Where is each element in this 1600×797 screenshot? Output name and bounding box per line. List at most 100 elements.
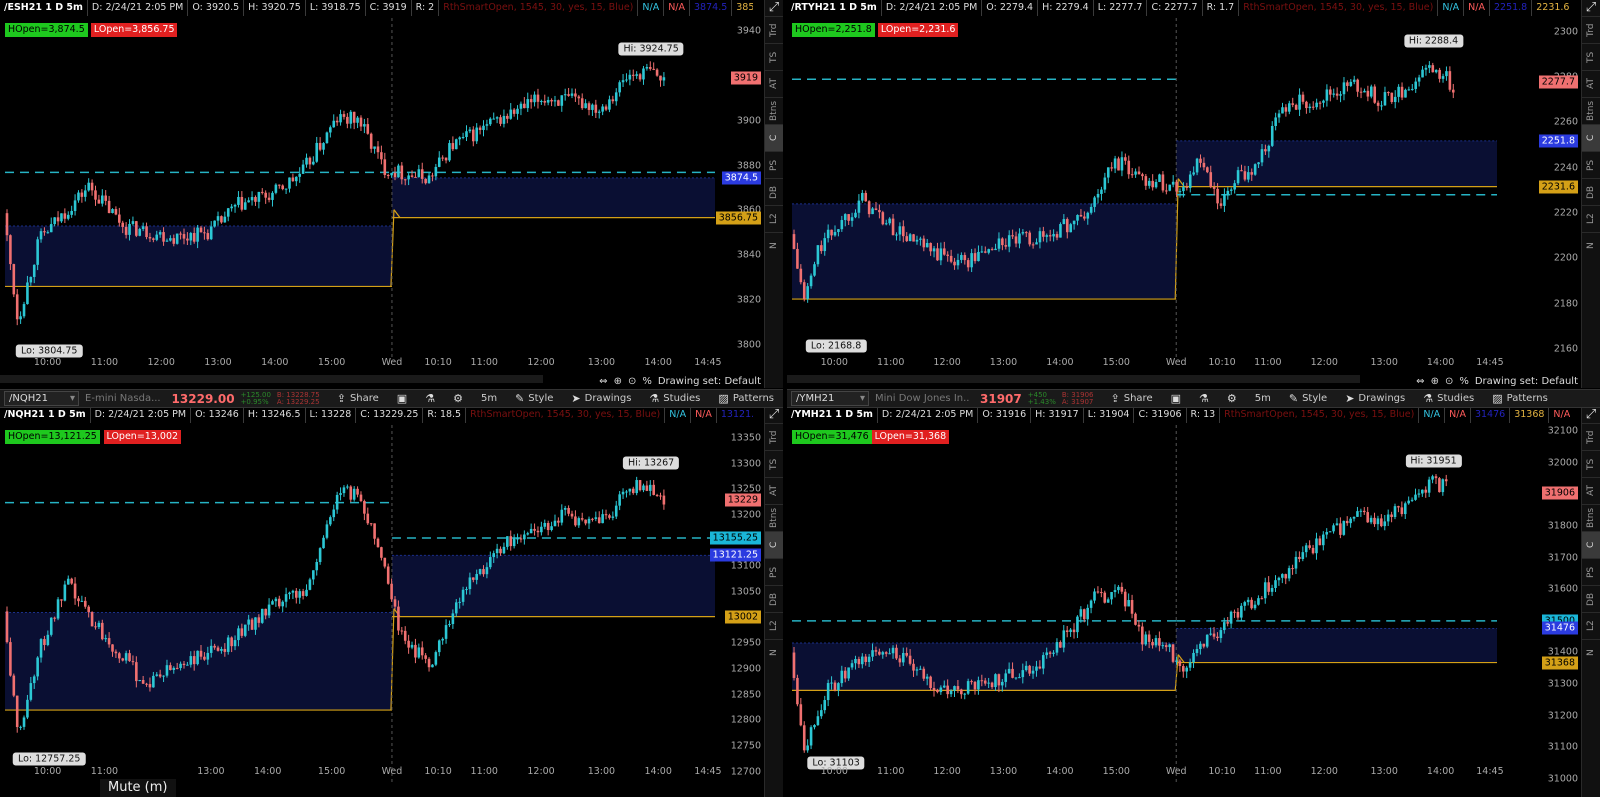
percent-toggle[interactable]: % bbox=[1459, 376, 1469, 387]
price-tick: 13050 bbox=[730, 586, 761, 598]
patterns-button[interactable]: ▨ Patterns bbox=[718, 392, 774, 405]
time-axis[interactable]: 10:00 11:00 12:00 13:00 14:00 15:00 Wed 10:10 11… bbox=[787, 357, 1550, 371]
candle-body bbox=[186, 664, 189, 666]
side-tab-c[interactable]: C bbox=[1582, 124, 1600, 151]
side-tab-at[interactable]: AT bbox=[765, 477, 783, 504]
share-button[interactable]: ⇪ Share bbox=[337, 392, 379, 405]
side-tab-db[interactable]: DB bbox=[765, 178, 783, 205]
side-tab-ps[interactable]: PS bbox=[765, 558, 783, 585]
side-tab-ts[interactable]: TS bbox=[1582, 450, 1600, 477]
pan-icon[interactable]: ⇔ bbox=[1416, 376, 1424, 387]
side-tab-c[interactable]: C bbox=[765, 124, 783, 151]
side-tab-btns[interactable]: Btns bbox=[1582, 97, 1600, 124]
side-tab-c[interactable]: C bbox=[765, 531, 783, 558]
candle-body bbox=[580, 518, 584, 520]
symbol-selector[interactable]: /YMH21 bbox=[791, 391, 869, 406]
side-tab-btns[interactable]: Btns bbox=[765, 504, 783, 531]
candle-body bbox=[1038, 666, 1042, 669]
candle-body bbox=[489, 557, 492, 568]
percent-toggle[interactable]: % bbox=[642, 376, 652, 387]
side-tab-l2[interactable]: L2 bbox=[765, 205, 783, 232]
horizontal-scrollbar[interactable] bbox=[0, 375, 543, 383]
side-tab-btns[interactable]: Btns bbox=[1582, 504, 1600, 531]
gear-button[interactable]: ⚙ bbox=[453, 392, 463, 405]
chart-panel-rty[interactable]: /RTYH21 1 D 5m D: 2/24/21 2:05 PM O: 2279.… bbox=[787, 0, 1600, 388]
candle-body bbox=[963, 255, 967, 261]
crosshair-icon[interactable]: ⊕ bbox=[1431, 376, 1439, 387]
studies-button[interactable]: ⚗ Studies bbox=[1423, 392, 1474, 405]
side-tab-btns[interactable]: Btns bbox=[765, 97, 783, 124]
side-tab-c[interactable]: C bbox=[1582, 531, 1600, 558]
crosshair-icon[interactable]: ⊕ bbox=[614, 376, 622, 387]
expand-icon[interactable]: ⤢ bbox=[1582, 407, 1600, 423]
side-tab-l2[interactable]: L2 bbox=[1582, 612, 1600, 639]
side-tab-ps[interactable]: PS bbox=[1582, 151, 1600, 178]
price-axis[interactable]: 3210032000319003180031700316003150031400… bbox=[1532, 407, 1582, 797]
drawings-button[interactable]: ➤ Drawings bbox=[1345, 392, 1405, 405]
price-plot[interactable] bbox=[0, 0, 733, 388]
side-tab-ps[interactable]: PS bbox=[1582, 558, 1600, 585]
candle-body bbox=[1226, 622, 1229, 624]
side-tab-trd[interactable]: Trd bbox=[1582, 423, 1600, 450]
gear-button[interactable]: ⚙ bbox=[1227, 392, 1237, 405]
pan-icon[interactable]: ⇔ bbox=[599, 376, 607, 387]
time-axis[interactable]: 10:00 11:00 12:00 13:00 14:00 15:00 Wed 10:10 11… bbox=[787, 766, 1550, 780]
side-tab-trd[interactable]: Trd bbox=[765, 423, 783, 450]
side-tab-n[interactable]: N bbox=[1582, 232, 1600, 259]
aggregation-selector[interactable]: 5m bbox=[481, 393, 497, 404]
side-tab-l2[interactable]: L2 bbox=[765, 612, 783, 639]
symbol-selector[interactable]: /NQH21 bbox=[4, 391, 80, 406]
side-tab-n[interactable]: N bbox=[765, 639, 783, 666]
side-tab-db[interactable]: DB bbox=[765, 585, 783, 612]
side-tab-db[interactable]: DB bbox=[1582, 585, 1600, 612]
side-tab-n[interactable]: N bbox=[1582, 639, 1600, 666]
side-tab-n[interactable]: N bbox=[765, 232, 783, 259]
chart-settings-button[interactable]: ▣ bbox=[1171, 392, 1181, 405]
side-tab-l2[interactable]: L2 bbox=[1582, 205, 1600, 232]
style-button[interactable]: ✎ Style bbox=[1289, 392, 1327, 405]
side-tab-db[interactable]: DB bbox=[1582, 178, 1600, 205]
flask-button[interactable]: ⚗ bbox=[1199, 392, 1209, 405]
expand-icon[interactable]: ⤢ bbox=[1582, 0, 1600, 16]
expand-icon[interactable]: ⤢ bbox=[765, 407, 783, 423]
time-axis[interactable]: 10:00 11:00 12:00 13:00 14:00 15:00 Wed 10:10 11… bbox=[0, 357, 733, 371]
flask-button[interactable]: ⚗ bbox=[425, 392, 435, 405]
side-tab-ts[interactable]: TS bbox=[765, 43, 783, 70]
time-axis[interactable]: 10:00 11:00 13:00 14:00 15:00 Wed 10:10 11:00 12… bbox=[0, 766, 733, 780]
candle-body bbox=[332, 120, 336, 128]
zoom-icon[interactable]: ⊙ bbox=[628, 376, 636, 387]
candle-body bbox=[36, 657, 39, 677]
side-tab-trd[interactable]: Trd bbox=[1582, 16, 1600, 43]
side-tab-at[interactable]: AT bbox=[765, 70, 783, 97]
style-button[interactable]: ✎ Style bbox=[515, 392, 553, 405]
chart-panel-es[interactable]: /ESH21 1 D 5m D: 2/24/21 2:05 PM O: 3920.5… bbox=[0, 0, 783, 388]
chart-settings-button[interactable]: ▣ bbox=[397, 392, 407, 405]
side-tab-ps[interactable]: PS bbox=[765, 151, 783, 178]
price-plot[interactable] bbox=[787, 0, 1550, 388]
candle-body bbox=[1182, 186, 1185, 192]
chart-panel-ym[interactable]: /YMH21 1 D 5m D: 2/24/21 2:05 PM O: 31916 H… bbox=[787, 407, 1600, 797]
side-tab-trd[interactable]: Trd bbox=[765, 16, 783, 43]
candle-body bbox=[152, 675, 155, 688]
price-axis[interactable]: 39403920390038803860384038203800 bbox=[715, 0, 765, 388]
candle-body bbox=[26, 282, 29, 305]
price-axis[interactable]: 1335013300132501320013150131001305013000… bbox=[715, 407, 765, 797]
side-tab-at[interactable]: AT bbox=[1582, 477, 1600, 504]
zoom-icon[interactable]: ⊙ bbox=[1445, 376, 1453, 387]
candle-body bbox=[291, 590, 295, 593]
side-tab-at[interactable]: AT bbox=[1582, 70, 1600, 97]
expand-icon[interactable]: ⤢ bbox=[765, 0, 783, 16]
price-label-blue: 2251.8 bbox=[1538, 134, 1578, 148]
candle-body bbox=[230, 206, 233, 209]
studies-button[interactable]: ⚗ Studies bbox=[649, 392, 700, 405]
chart-panel-nq[interactable]: /NQH21 1 D 5m D: 2/24/21 2:05 PM O: 13246 H… bbox=[0, 407, 783, 797]
patterns-button[interactable]: ▨ Patterns bbox=[1492, 392, 1548, 405]
drawings-button[interactable]: ➤ Drawings bbox=[571, 392, 631, 405]
aggregation-selector[interactable]: 5m bbox=[1255, 393, 1271, 404]
horizontal-scrollbar[interactable] bbox=[787, 375, 1360, 383]
share-button[interactable]: ⇪ Share bbox=[1111, 392, 1153, 405]
side-tab-ts[interactable]: TS bbox=[765, 450, 783, 477]
low-tag: Lo: 12757.25 bbox=[12, 752, 86, 766]
side-tab-ts[interactable]: TS bbox=[1582, 43, 1600, 70]
price-axis[interactable]: 23002280226022402220220021802160 bbox=[1532, 0, 1582, 388]
